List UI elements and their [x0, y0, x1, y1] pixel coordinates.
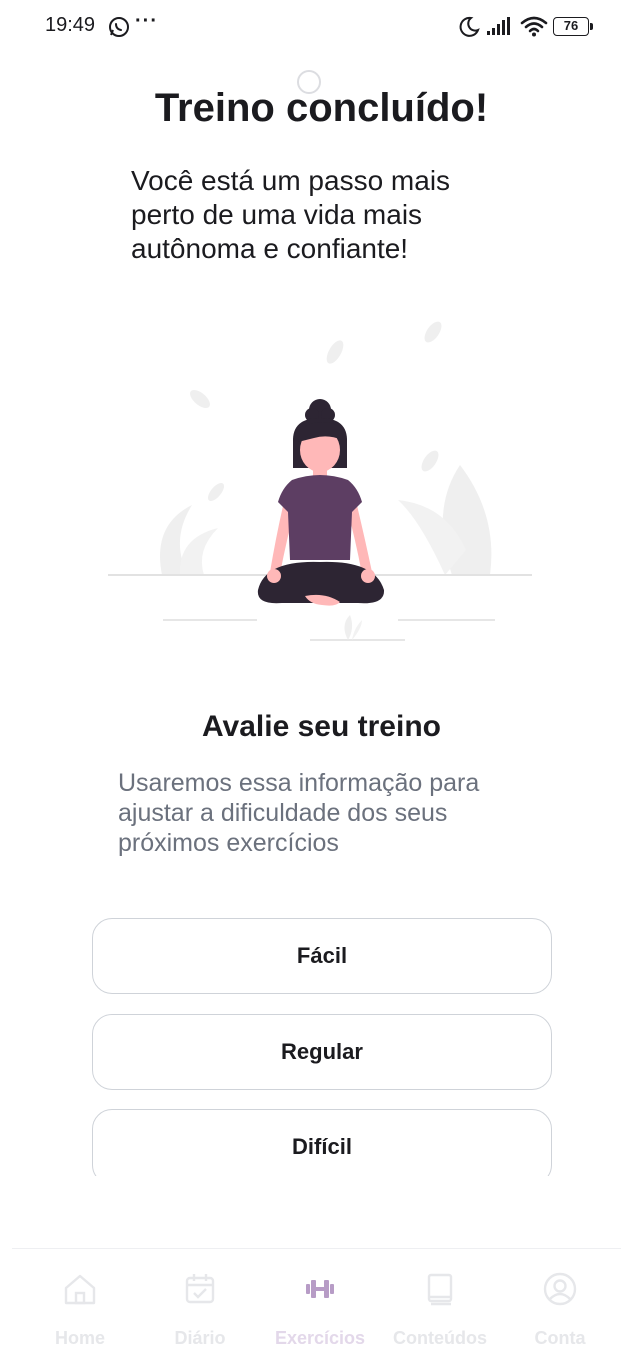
status-time: 19:49: [45, 14, 96, 36]
whatsapp-icon: [109, 17, 129, 37]
difficulty-options: Fácil Regular Difícil: [92, 918, 552, 1176]
option-regular-button[interactable]: Regular: [92, 1014, 552, 1090]
page-subtitle: Você está um passo mais perto de uma vid…: [131, 165, 451, 264]
signal-icon: [487, 17, 510, 35]
battery-level: 76: [563, 18, 579, 33]
nav-label-conta: Conta: [534, 1328, 586, 1347]
calendar-icon: [185, 1274, 215, 1304]
nav-label-conteudos: Conteúdos: [393, 1328, 487, 1347]
gesture-home-indicator[interactable]: [297, 70, 321, 94]
nav-label-home: Home: [54, 1328, 105, 1347]
nav-label-diario: Diário: [174, 1328, 226, 1347]
rating-title: Avalie seu treino: [202, 710, 441, 743]
nav-item-diario[interactable]: Diário: [140, 1249, 260, 1347]
battery-indicator: 76: [553, 17, 589, 36]
rating-description: Usaremos essa informação para ajustar a …: [118, 769, 480, 857]
nav-item-exercicios[interactable]: Exercícios: [260, 1249, 380, 1347]
nav-label-exercicios: Exercícios: [274, 1328, 366, 1347]
wifi-icon: [520, 16, 548, 37]
option-easy-button[interactable]: Fácil: [92, 918, 552, 994]
user-icon: [543, 1272, 577, 1306]
nav-item-conta[interactable]: Conta: [500, 1249, 620, 1347]
moon-icon: [459, 16, 480, 37]
notification-dots: ···: [135, 10, 158, 32]
option-hard-button[interactable]: Difícil: [92, 1109, 552, 1176]
bottom-nav: Home Diário Exercícios Conteúdos Conta: [12, 1248, 621, 1347]
dumbbell-icon: [306, 1280, 334, 1298]
home-icon: [64, 1274, 96, 1305]
nav-item-home[interactable]: Home: [20, 1249, 140, 1347]
battery-tip: [590, 23, 593, 30]
status-bar: 19:49 ··· 76: [0, 0, 621, 56]
meditation-illustration: [108, 321, 532, 641]
book-icon: [427, 1273, 453, 1306]
nav-item-conteudos[interactable]: Conteúdos: [380, 1249, 500, 1347]
